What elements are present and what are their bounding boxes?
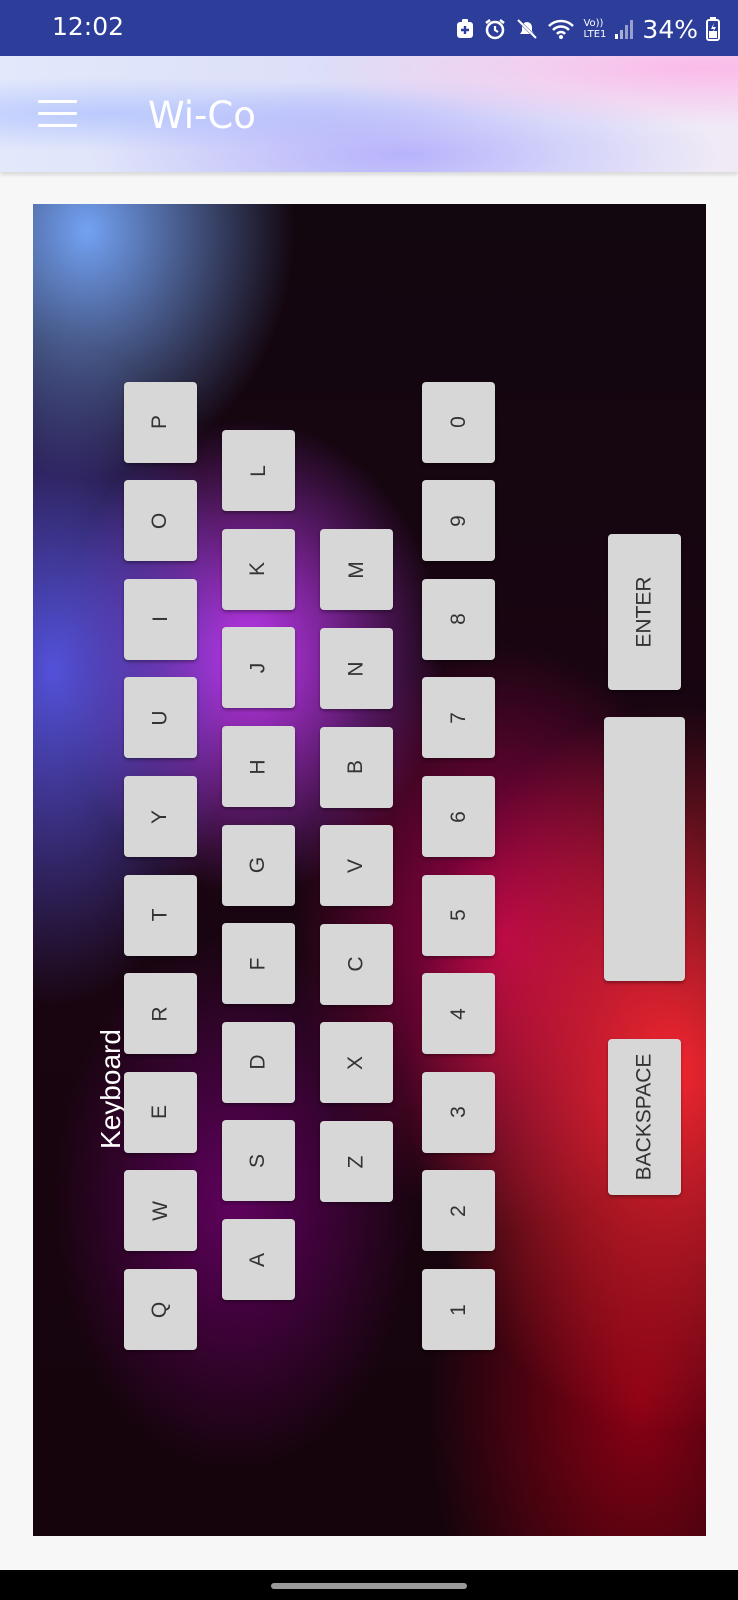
key-8[interactable]: 8 [422, 578, 495, 660]
volte-icon: Vo)) LTE1 [583, 18, 606, 40]
key-9[interactable]: 9 [422, 480, 495, 562]
key-label: F [246, 957, 270, 971]
backspace-key[interactable]: BACKSPACE [608, 1039, 681, 1195]
key-g[interactable]: G [222, 824, 295, 906]
key-n[interactable]: N [320, 628, 393, 709]
key-y[interactable]: Y [124, 776, 197, 857]
key-w[interactable]: W [124, 1170, 197, 1252]
home-handle[interactable] [271, 1583, 467, 1589]
key-x[interactable]: X [320, 1022, 393, 1104]
key-label: Z [344, 1155, 368, 1168]
mute-icon [515, 17, 539, 41]
key-label: D [246, 1054, 270, 1070]
key-label: G [246, 856, 270, 874]
key-j[interactable]: J [222, 627, 295, 709]
key-label: Q [148, 1301, 172, 1318]
key-q[interactable]: Q [124, 1269, 197, 1350]
key-label: P [148, 415, 172, 430]
key-label: U [148, 710, 172, 726]
key-label: I [148, 616, 172, 623]
key-h[interactable]: H [222, 726, 295, 807]
status-bar: 12:02 Vo)) LTE1 34% [0, 0, 738, 56]
key-3[interactable]: 3 [422, 1071, 495, 1153]
key-label: J [246, 662, 270, 674]
key-d[interactable]: D [222, 1021, 295, 1103]
enter-key-label: ENTER [632, 576, 656, 648]
key-label: S [246, 1153, 270, 1168]
key-f[interactable]: F [222, 923, 295, 1005]
key-label: 1 [446, 1303, 470, 1316]
key-label: K [246, 562, 270, 577]
key-c[interactable]: C [320, 923, 393, 1005]
key-label: C [344, 956, 368, 972]
app-title: Wi-Co [148, 94, 256, 137]
key-label: 7 [446, 712, 470, 724]
key-label: 4 [446, 1007, 470, 1020]
key-label: 8 [446, 613, 470, 626]
key-label: Y [148, 809, 172, 824]
key-r[interactable]: R [124, 973, 197, 1055]
key-4[interactable]: 4 [422, 973, 495, 1055]
key-label: A [246, 1252, 270, 1267]
key-1[interactable]: 1 [422, 1269, 495, 1350]
key-e[interactable]: E [124, 1071, 197, 1153]
key-5[interactable]: 5 [422, 874, 495, 956]
key-label: T [148, 908, 172, 922]
key-label: B [344, 760, 368, 775]
keyboard-panel: Keyboard Q W E R T Y U I O P A S D F G H J K L Z X C V B N M 1 2… [33, 204, 706, 1536]
key-label: X [344, 1055, 368, 1070]
key-label: 0 [446, 416, 470, 428]
key-a[interactable]: A [222, 1219, 295, 1300]
key-label: M [344, 561, 368, 579]
key-0[interactable]: 0 [422, 381, 495, 463]
key-o[interactable]: O [124, 480, 197, 562]
key-v[interactable]: V [320, 825, 393, 907]
signal-icon [614, 18, 634, 40]
system-nav-bar [0, 1570, 738, 1600]
key-6[interactable]: 6 [422, 776, 495, 857]
key-label: L [246, 464, 270, 477]
key-b[interactable]: B [320, 726, 393, 808]
keyboard-title: Keyboard [95, 1029, 126, 1149]
battery-percent: 34% [642, 14, 698, 44]
key-label: 6 [446, 810, 470, 823]
backspace-key-label: BACKSPACE [632, 1053, 656, 1181]
key-k[interactable]: K [222, 528, 295, 610]
key-label: R [148, 1006, 172, 1022]
key-label: N [344, 660, 368, 677]
status-time: 12:02 [52, 12, 125, 41]
enter-key[interactable]: ENTER [608, 534, 681, 690]
key-m[interactable]: M [320, 529, 393, 611]
key-7[interactable]: 7 [422, 677, 495, 759]
key-p[interactable]: P [124, 381, 197, 463]
key-label: 3 [446, 1106, 470, 1119]
space-key[interactable] [604, 717, 685, 981]
battery-charging-icon [706, 17, 720, 41]
app-bar: Wi-Co [0, 56, 738, 172]
key-2[interactable]: 2 [422, 1170, 495, 1252]
volte-label: Vo)) [583, 18, 604, 29]
key-label: E [148, 1105, 172, 1120]
key-z[interactable]: Z [320, 1121, 393, 1202]
key-s[interactable]: S [222, 1120, 295, 1202]
wifi-icon [547, 18, 575, 40]
key-label: 9 [446, 514, 470, 527]
key-label: H [246, 758, 270, 775]
key-label: O [148, 512, 172, 529]
key-t[interactable]: T [124, 874, 197, 956]
key-l[interactable]: L [222, 430, 295, 512]
status-icons: Vo)) LTE1 34% [455, 12, 720, 46]
key-label: 2 [446, 1205, 470, 1217]
key-i[interactable]: I [124, 578, 197, 660]
key-u[interactable]: U [124, 677, 197, 759]
key-label: 5 [446, 909, 470, 921]
key-label: W [148, 1200, 172, 1221]
notification-icon [455, 18, 475, 40]
lte-label: LTE1 [583, 29, 607, 40]
hamburger-menu-icon[interactable] [38, 100, 78, 130]
alarm-icon [483, 17, 507, 41]
key-label: V [344, 858, 368, 873]
